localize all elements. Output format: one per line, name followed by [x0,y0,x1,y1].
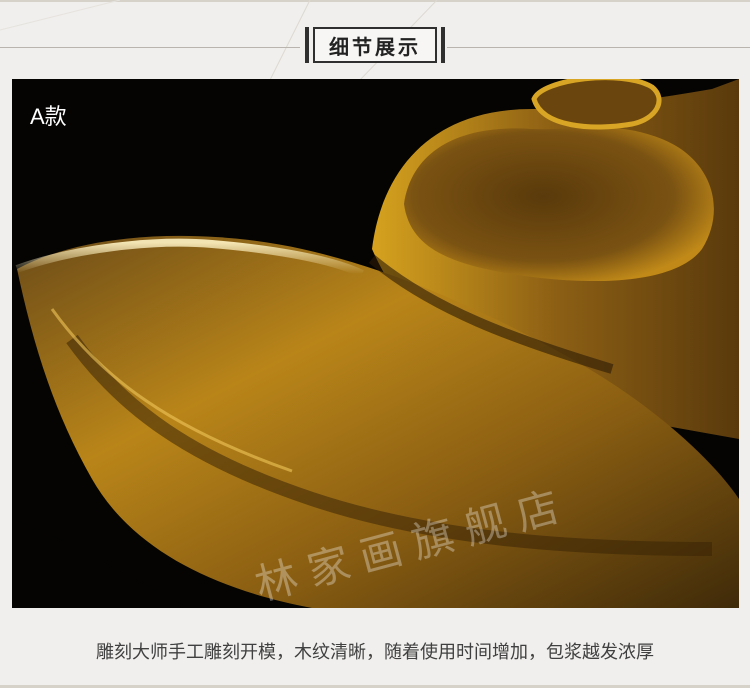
variant-label: A款 [30,104,67,129]
section-title-box: 细节展示 [305,27,445,63]
header-rule-left [0,47,300,48]
header-rule-right [447,47,750,48]
product-photo: A款 林家画旗舰店 [12,79,739,608]
section-title: 细节展示 [329,34,421,59]
product-caption: 雕刻大师手工雕刻开模，木纹清晰，随着使用时间增加，包浆越发浓厚 [96,642,654,663]
